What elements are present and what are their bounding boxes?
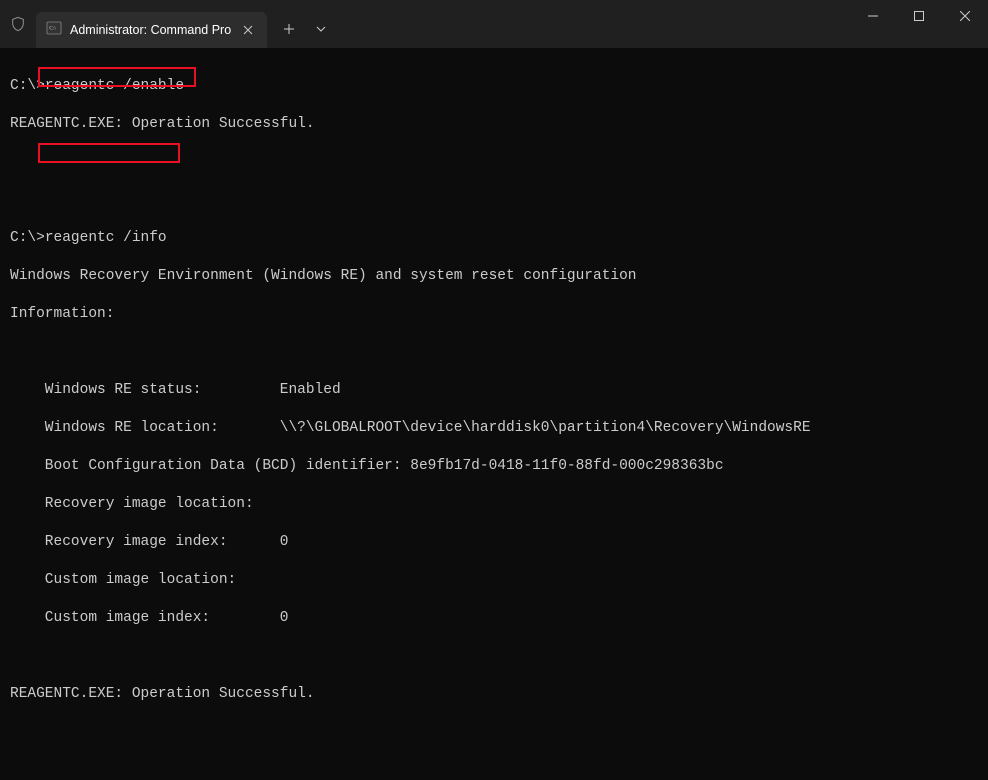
output-line: Information: [10, 305, 978, 324]
prompt: C:\> [10, 230, 45, 246]
output-value: \\?\GLOBALROOT\device\harddisk0\partitio… [280, 420, 811, 436]
output-line: REAGENTC.EXE: Operation Successful. [10, 685, 978, 704]
output-label: Windows RE location: [10, 420, 280, 436]
output-line: REAGENTC.EXE: Operation Successful. [10, 115, 978, 134]
tab-close-button[interactable] [239, 21, 257, 39]
tab[interactable]: C:\ Administrator: Command Pro [36, 12, 267, 48]
command-text: reagentc /enable [45, 78, 184, 94]
output-line: Recovery image location: [10, 495, 978, 514]
output-line: Custom image location: [10, 571, 978, 590]
command-text: reagentc /info [45, 230, 167, 246]
cmd-icon: C:\ [46, 20, 62, 41]
output-line: Recovery image index: 0 [10, 533, 978, 552]
window-controls [850, 0, 988, 48]
output-line: Boot Configuration Data (BCD) identifier… [10, 457, 978, 476]
output-value: Enabled [280, 382, 341, 398]
maximize-button[interactable] [896, 0, 942, 32]
minimize-button[interactable] [850, 0, 896, 32]
terminal-output[interactable]: C:\>reagentc /enable REAGENTC.EXE: Opera… [0, 48, 988, 780]
close-button[interactable] [942, 0, 988, 32]
svg-text:C:\: C:\ [49, 25, 56, 31]
shield-icon [0, 0, 36, 48]
output-line: Custom image index: 0 [10, 609, 978, 628]
output-line: Windows Recovery Environment (Windows RE… [10, 267, 978, 286]
titlebar: C:\ Administrator: Command Pro [0, 0, 988, 48]
tab-title: Administrator: Command Pro [70, 23, 231, 37]
output-label: Windows RE status: [10, 382, 280, 398]
tab-dropdown-button[interactable] [305, 13, 337, 45]
new-tab-button[interactable] [273, 13, 305, 45]
prompt: C:\> [10, 78, 45, 94]
